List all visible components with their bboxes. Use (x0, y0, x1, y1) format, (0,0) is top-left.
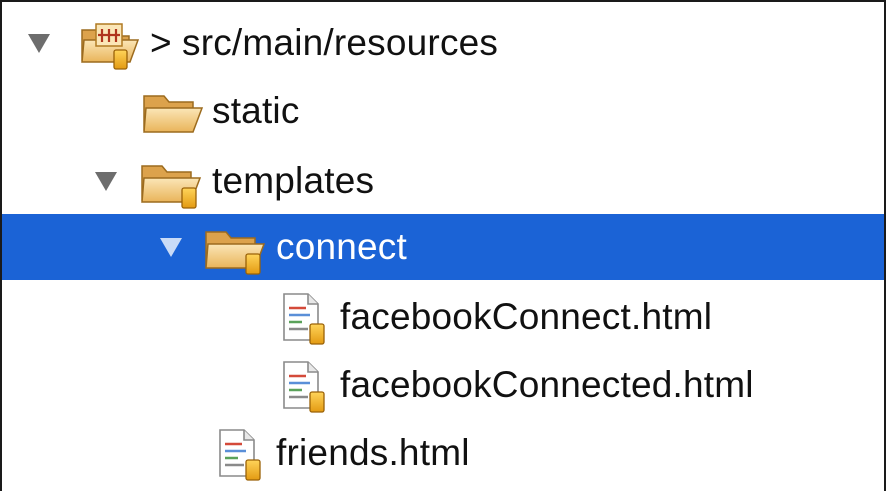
tree-label-static: static (212, 90, 300, 131)
tree-label-connect: connect (276, 226, 407, 267)
path-separator: > (150, 22, 172, 63)
tree-label-facebookconnected-html: facebookConnected.html (340, 364, 754, 405)
tree-row-friends-html[interactable]: friends.html (2, 420, 884, 486)
expand-arrow-icon[interactable] (95, 172, 117, 191)
tree-label-templates: templates (212, 160, 375, 201)
tree-label-facebookconnect-html: facebookConnect.html (340, 296, 713, 337)
tree-label-friends-html: friends.html (276, 432, 470, 473)
tree-label-src-main-resources: src/main/resources (182, 22, 499, 63)
tree-row-facebookconnected-html[interactable]: facebookConnected.html (2, 352, 884, 418)
tree-row-templates[interactable]: templates (2, 148, 884, 214)
tree-row-facebookconnect-html[interactable]: facebookConnect.html (2, 284, 884, 350)
html-file-icon (283, 293, 325, 345)
folder-resource-icon (141, 165, 202, 209)
tree-row-src-main-resources[interactable]: > src/main/resources (2, 10, 884, 76)
tree-row-static[interactable]: static (2, 78, 884, 144)
html-file-icon (283, 361, 325, 413)
tree-row-connect[interactable]: connect (2, 214, 884, 280)
html-file-icon (219, 429, 261, 481)
source-folder-package-icon (81, 23, 140, 70)
folder-icon (143, 95, 204, 133)
expand-arrow-icon[interactable] (160, 238, 182, 257)
folder-resource-icon (205, 231, 266, 275)
project-explorer-panel: > src/main/resources static templates co… (0, 0, 886, 491)
expand-arrow-icon[interactable] (28, 34, 50, 53)
